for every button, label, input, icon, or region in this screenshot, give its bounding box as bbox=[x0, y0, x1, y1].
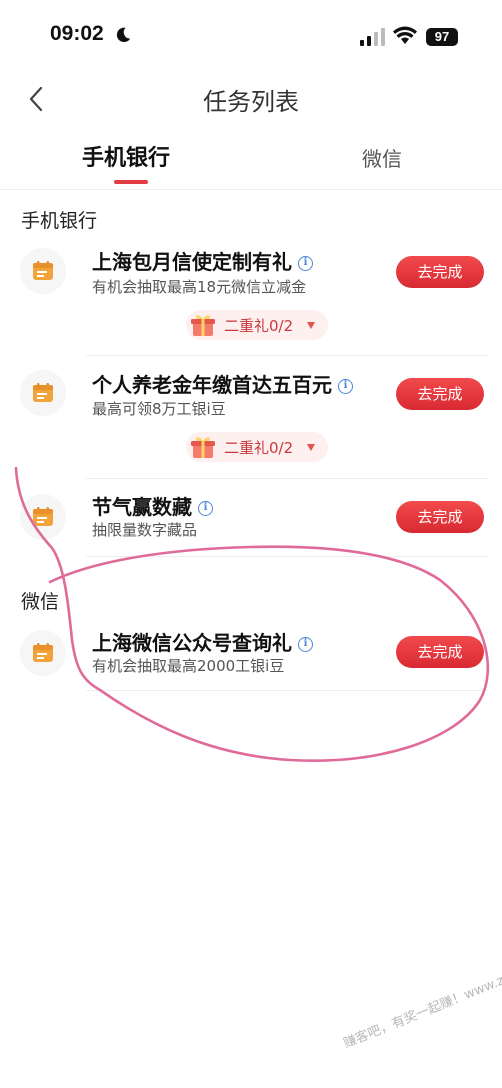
info-icon[interactable]: i bbox=[198, 501, 213, 516]
divider bbox=[86, 556, 488, 557]
status-time: 09:02 bbox=[50, 22, 104, 45]
go-complete-button[interactable]: 去完成 bbox=[396, 501, 484, 533]
go-complete-button[interactable]: 去完成 bbox=[396, 636, 484, 668]
task-name: 节气赢数藏 i bbox=[92, 491, 213, 520]
task-desc: 最高可领8万工银i豆 bbox=[92, 400, 226, 418]
task-name: 上海微信公众号查询礼 i bbox=[92, 627, 313, 656]
gift-progress-pill[interactable]: 二重礼0/2 bbox=[186, 310, 328, 340]
info-icon[interactable]: i bbox=[298, 256, 313, 271]
go-complete-button[interactable]: 去完成 bbox=[396, 378, 484, 410]
moon-icon bbox=[116, 27, 131, 43]
task-name: 上海包月信使定制有礼 i bbox=[92, 246, 313, 275]
calendar-icon bbox=[20, 630, 66, 676]
gift-icon bbox=[191, 315, 215, 336]
tab-mobile-banking[interactable]: 手机银行 bbox=[82, 140, 170, 172]
gift-progress-pill[interactable]: 二重礼0/2 bbox=[186, 432, 328, 462]
task-desc: 有机会抽取最高2000工银i豆 bbox=[92, 657, 285, 675]
task-name: 个人养老金年缴首达五百元 i bbox=[92, 369, 353, 398]
calendar-icon bbox=[20, 494, 66, 540]
info-icon[interactable]: i bbox=[338, 379, 353, 394]
divider bbox=[86, 690, 488, 691]
active-tab-indicator bbox=[114, 180, 148, 184]
gift-icon bbox=[191, 437, 215, 458]
chevron-down-icon bbox=[307, 444, 315, 451]
gift-progress-text: 二重礼0/2 bbox=[224, 439, 294, 457]
divider bbox=[86, 478, 488, 479]
section-title-wechat: 微信 bbox=[21, 591, 60, 613]
calendar-icon bbox=[20, 248, 66, 294]
cellular-signal-icon bbox=[360, 28, 385, 46]
info-icon[interactable]: i bbox=[298, 637, 313, 652]
task-desc: 有机会抽取最高18元微信立减金 bbox=[92, 278, 307, 296]
chevron-down-icon bbox=[307, 322, 315, 329]
battery-indicator: 97 bbox=[426, 28, 458, 46]
watermark: 赚客吧，有奖一起赚！www.zuanke8.com bbox=[341, 943, 502, 1052]
gift-progress-text: 二重礼0/2 bbox=[224, 317, 294, 335]
status-bar: 09:02 97 bbox=[0, 0, 502, 70]
divider bbox=[86, 355, 488, 356]
tab-wechat[interactable]: 微信 bbox=[362, 143, 402, 172]
wifi-icon bbox=[393, 26, 417, 44]
section-title-mobile-banking: 手机银行 bbox=[21, 210, 98, 232]
go-complete-button[interactable]: 去完成 bbox=[396, 256, 484, 288]
tab-bar: 手机银行 微信 bbox=[0, 130, 502, 190]
calendar-icon bbox=[20, 370, 66, 416]
header: 任务列表 bbox=[0, 74, 502, 124]
task-desc: 抽限量数字藏品 bbox=[92, 521, 198, 539]
page-title: 任务列表 bbox=[203, 88, 299, 116]
